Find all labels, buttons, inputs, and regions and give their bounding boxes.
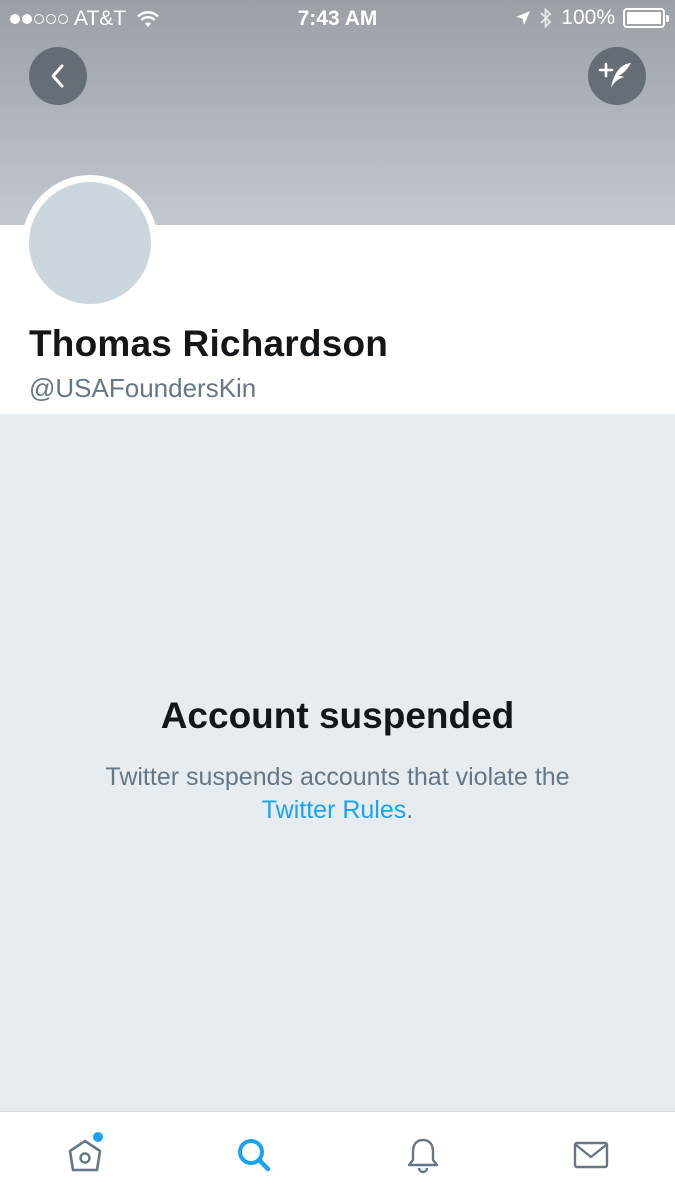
- avatar[interactable]: [29, 182, 151, 304]
- mail-icon: [573, 1141, 609, 1169]
- tab-messages[interactable]: [561, 1130, 621, 1180]
- search-icon: [238, 1139, 271, 1172]
- suspended-message: Twitter suspends accounts that violate t…: [58, 761, 618, 827]
- twitter-rules-link[interactable]: Twitter Rules: [262, 796, 406, 824]
- suspended-title: Account suspended: [160, 695, 515, 736]
- status-bar: AT&T 7:43 AM 100%: [0, 0, 675, 38]
- battery-icon: [623, 8, 669, 28]
- chevron-left-icon: [51, 64, 64, 88]
- profile-handle: @USAFoundersKin: [29, 373, 257, 403]
- bell-icon: [407, 1138, 439, 1174]
- suspended-message-suffix: .: [406, 796, 414, 824]
- tab-bar: [0, 1111, 675, 1200]
- avatar-frame: [22, 175, 158, 311]
- back-button[interactable]: [29, 47, 87, 105]
- notification-badge-dot: [93, 1132, 103, 1142]
- suspended-notice: Account suspended Twitter suspends accou…: [0, 695, 675, 827]
- tab-home[interactable]: [55, 1130, 115, 1180]
- suspended-message-text: Twitter suspends accounts that violate t…: [105, 763, 570, 791]
- compose-tweet-icon: [598, 62, 631, 88]
- tab-notifications[interactable]: [393, 1130, 453, 1180]
- battery-percentage: 100%: [561, 6, 615, 29]
- location-arrow-icon: [516, 11, 531, 25]
- tab-search[interactable]: [224, 1130, 284, 1180]
- bluetooth-icon: [540, 7, 552, 29]
- compose-tweet-button[interactable]: [588, 47, 646, 105]
- profile-name: Thomas Richardson: [29, 323, 389, 364]
